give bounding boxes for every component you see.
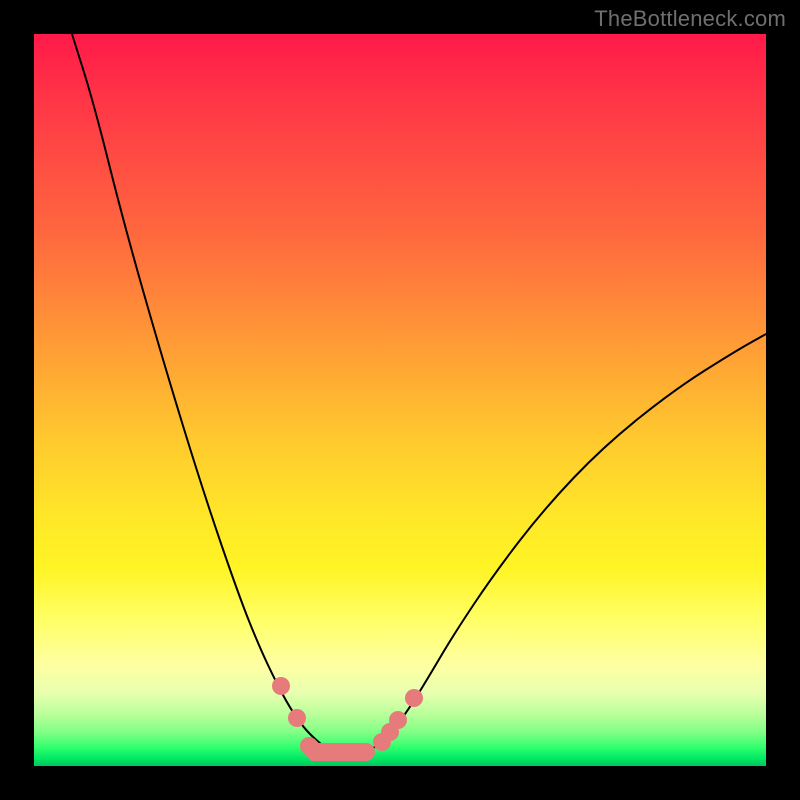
bottleneck-curve — [72, 34, 766, 754]
plot-area — [34, 34, 766, 766]
data-markers — [272, 677, 423, 751]
data-marker — [389, 711, 407, 729]
data-marker — [405, 689, 423, 707]
watermark-text: TheBottleneck.com — [594, 6, 786, 32]
bottom-highlight — [309, 746, 366, 752]
curve-svg — [34, 34, 766, 766]
data-marker — [272, 677, 290, 695]
data-marker — [288, 709, 306, 727]
chart-frame: TheBottleneck.com — [0, 0, 800, 800]
